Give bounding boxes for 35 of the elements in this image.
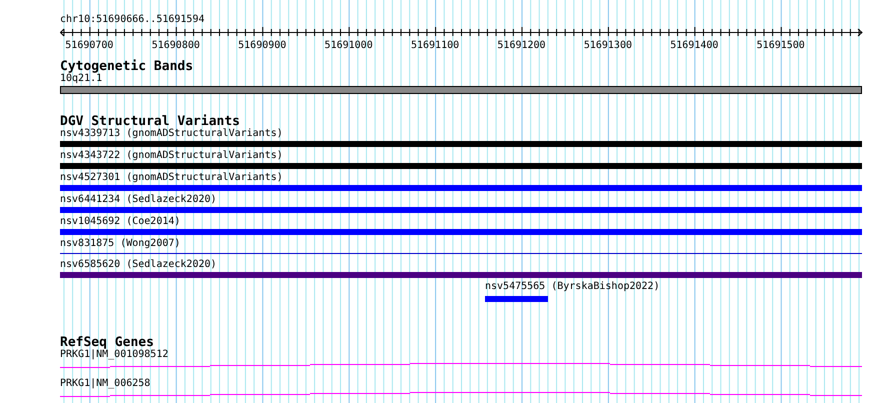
gene-label: PRKG1|NM_006258 [60,378,150,390]
variant-label: nsv6585620 (Sedlazeck2020) [60,259,217,271]
variant-bar[interactable] [60,272,862,278]
gene-label: PRKG1|NM_001098512 [60,349,168,361]
gene-model-line[interactable] [60,392,862,397]
variant-bar[interactable] [485,296,548,302]
track-title: RefSeq Genes [60,336,154,349]
ruler-tick-label: 51691100 [410,40,460,52]
variant-label: nsv4343722 (gnomADStructuralVariants) [60,150,283,162]
variant-label: nsv4527301 (gnomADStructuralVariants) [60,172,283,184]
gene-model-line[interactable] [60,363,862,368]
variant-bar[interactable] [60,141,862,147]
ruler-tick-label: 51691500 [756,40,805,52]
variant-bar[interactable] [60,207,862,213]
ruler-tick-label: 51691400 [670,40,718,52]
variant-bar[interactable] [60,185,862,191]
variant-label: nsv1045692 (Coe2014) [60,216,180,228]
variant-line[interactable] [60,253,862,254]
ruler-tick-label: 51690900 [238,40,286,52]
variant-label: nsv6441234 (Sedlazeck2020) [60,194,217,206]
ruler-tick-label: 51691200 [497,40,546,52]
ruler-tick-label: 51691000 [324,40,373,52]
variant-label: nsv4339713 (gnomADStructuralVariants) [60,128,283,140]
ruler-tick-label: 51690800 [152,40,200,52]
band-label: 10q21.1 [60,73,102,85]
variant-label: nsv5475565 (ByrskaBishop2022) [485,281,660,293]
track-title: DGV Structural Variants [60,115,240,128]
variant-label: nsv831875 (Wong2007) [60,238,180,250]
variant-bar[interactable] [60,229,862,235]
location-text: chr10:51690666..51691594 [60,14,204,26]
variant-bar[interactable] [60,163,862,169]
ruler-tick-label: 51690700 [65,40,114,52]
cytoband-bar[interactable] [60,86,862,94]
track-title: Cytogenetic Bands [60,60,194,73]
ruler-tick-label: 51691300 [584,40,632,52]
